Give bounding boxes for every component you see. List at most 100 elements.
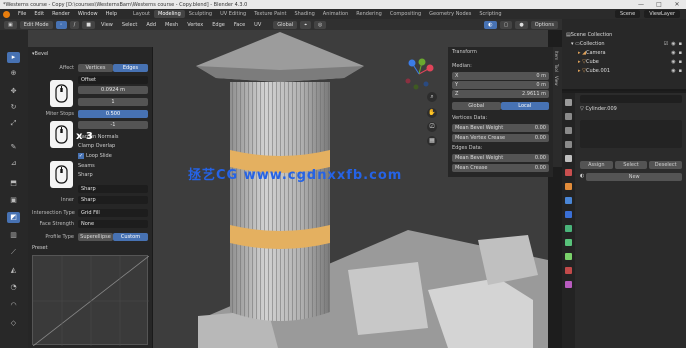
- bevel-panel-header[interactable]: ▾ Bevel: [32, 50, 148, 58]
- deselect-button[interactable]: Deselect: [649, 161, 683, 169]
- orientation-selector[interactable]: Global: [273, 20, 298, 29]
- snap-icon[interactable]: ⌖: [300, 20, 312, 29]
- menu-edge[interactable]: Edge: [209, 22, 228, 28]
- scene-collection-label[interactable]: Scene Collection: [571, 32, 613, 38]
- render-tab-icon[interactable]: [565, 113, 572, 120]
- checkbox-icon[interactable]: ☑: [664, 41, 668, 47]
- shrink-tool-icon[interactable]: ◇: [7, 318, 20, 329]
- perspective-toggle-icon[interactable]: ▦: [427, 136, 437, 146]
- profile-superellipse-option[interactable]: Superellipse: [78, 233, 113, 241]
- face-select-icon[interactable]: ■: [82, 20, 96, 29]
- mean-crease-field[interactable]: Mean Crease 0.00: [452, 164, 549, 172]
- menu-view[interactable]: View: [98, 22, 116, 28]
- miter-outer-select[interactable]: Sharp: [78, 185, 148, 193]
- camera-icon[interactable]: ▪: [679, 68, 682, 74]
- face-strength-select[interactable]: None: [78, 220, 148, 228]
- view-layer-selector[interactable]: ViewLayer: [644, 10, 680, 18]
- modifier-tab-icon[interactable]: [565, 197, 572, 204]
- menu-vertex[interactable]: Vertex: [184, 22, 206, 28]
- tab-layout[interactable]: Layout: [129, 10, 154, 18]
- affect-vertices-option[interactable]: Vertices: [78, 64, 113, 72]
- intersection-type-select[interactable]: Grid Fill: [78, 209, 148, 217]
- loop-slide-check-icon[interactable]: ✓: [78, 153, 84, 159]
- options-menu[interactable]: Options: [530, 20, 558, 29]
- close-button[interactable]: ✕: [668, 1, 686, 8]
- spin-tool-icon[interactable]: ◔: [7, 282, 20, 293]
- vertex-select-icon[interactable]: ◦: [55, 20, 67, 29]
- poly-build-tool-icon[interactable]: ◭: [7, 265, 20, 276]
- median-x-field[interactable]: X 0 m: [452, 72, 549, 80]
- proportional-edit-icon[interactable]: ◎: [314, 20, 327, 29]
- width-type-select[interactable]: Offset: [78, 76, 148, 84]
- tab-sculpting[interactable]: Sculpting: [185, 10, 216, 18]
- mean-bevel-weight-field[interactable]: Mean Bevel Weight 0.00: [452, 124, 549, 132]
- material-index-field[interactable]: -1: [78, 121, 148, 129]
- tab-rendering[interactable]: Rendering: [352, 10, 386, 18]
- menu-window[interactable]: Window: [74, 11, 102, 17]
- seams-checkbox[interactable]: Seams: [78, 163, 95, 169]
- preset-label[interactable]: Preset: [32, 245, 48, 251]
- tab-texture-paint[interactable]: Texture Paint: [250, 10, 290, 18]
- inset-tool-icon[interactable]: ▣: [7, 195, 20, 206]
- camera-view-icon[interactable]: ⎚: [427, 122, 437, 132]
- camera-icon[interactable]: ▪: [679, 50, 682, 56]
- camera-icon[interactable]: ▪: [679, 59, 682, 65]
- width-field[interactable]: 0.0924 m: [78, 86, 148, 94]
- assign-button[interactable]: Assign: [580, 161, 613, 169]
- tab-uv-editing[interactable]: UV Editing: [216, 10, 250, 18]
- smooth-tool-icon[interactable]: ◠: [7, 300, 20, 311]
- tab-geometry-nodes[interactable]: Geometry Nodes: [425, 10, 475, 18]
- new-button[interactable]: New: [586, 173, 682, 181]
- pan-hand-icon[interactable]: ✋: [427, 108, 437, 118]
- collection-label[interactable]: Collection: [580, 41, 605, 47]
- knife-tool-icon[interactable]: ⟋: [7, 247, 20, 258]
- vertex-groups-list[interactable]: [580, 120, 682, 148]
- tab-animation[interactable]: Animation: [319, 10, 353, 18]
- edge-bevel-weight-field[interactable]: Mean Bevel Weight 0.00: [452, 154, 549, 162]
- eye-icon[interactable]: ◉: [671, 50, 675, 56]
- menu-mesh[interactable]: Mesh: [162, 22, 181, 28]
- extrude-tool-icon[interactable]: ⬒: [7, 178, 20, 189]
- cursor-tool-icon[interactable]: ⊕: [7, 68, 20, 79]
- mean-vertex-crease-field[interactable]: Mean Vertex Crease 0.00: [452, 134, 549, 142]
- axis-gizmo-icon[interactable]: [398, 54, 440, 94]
- segments-field[interactable]: 1: [78, 98, 148, 106]
- maximize-button[interactable]: □: [650, 1, 668, 8]
- navigation-gizmo[interactable]: [398, 54, 440, 94]
- eye-icon[interactable]: ◉: [671, 68, 675, 74]
- bevel-tool-icon[interactable]: ◩: [7, 212, 20, 223]
- editor-type-icon[interactable]: ▣: [4, 20, 17, 29]
- particles-tab-icon[interactable]: [565, 211, 572, 218]
- tool-tab-icon[interactable]: [565, 99, 572, 106]
- tab-compositing[interactable]: Compositing: [386, 10, 425, 18]
- menu-add[interactable]: Add: [143, 22, 159, 28]
- texture-tab-icon[interactable]: [565, 281, 572, 288]
- outliner-item-cube[interactable]: Cube: [586, 59, 599, 65]
- tab-tool[interactable]: Tool: [554, 64, 559, 72]
- select-button[interactable]: Select: [614, 161, 648, 169]
- measure-tool-icon[interactable]: ⊿: [7, 158, 20, 169]
- local-toggle[interactable]: Local: [500, 102, 549, 110]
- eye-icon[interactable]: ◉: [671, 41, 675, 47]
- eye-icon[interactable]: ◉: [671, 59, 675, 65]
- menu-uv[interactable]: UV: [251, 22, 264, 28]
- profile-curve-widget[interactable]: [32, 255, 150, 347]
- menu-help[interactable]: Help: [102, 11, 121, 17]
- edge-select-icon[interactable]: /: [69, 20, 80, 29]
- miter-inner-select[interactable]: Sharp: [78, 196, 148, 204]
- loop-cut-tool-icon[interactable]: ▥: [7, 230, 20, 241]
- menu-face[interactable]: Face: [231, 22, 248, 28]
- menu-file[interactable]: File: [14, 11, 30, 17]
- scale-tool-icon[interactable]: ⤢: [7, 118, 20, 129]
- median-y-field[interactable]: Y 0 m: [452, 81, 549, 89]
- overlay-icon[interactable]: ◐: [484, 20, 497, 29]
- zoom-icon[interactable]: ⌕: [427, 92, 437, 102]
- tab-view[interactable]: View: [554, 76, 559, 86]
- outliner-item-cube-001[interactable]: Cube.001: [586, 68, 610, 74]
- tab-scripting[interactable]: Scripting: [475, 10, 505, 18]
- view-layer-tab-icon[interactable]: [565, 141, 572, 148]
- shape-field[interactable]: 0.500: [78, 110, 148, 118]
- profile-custom-option[interactable]: Custom: [113, 233, 148, 241]
- outliner-item-camera[interactable]: Camera: [586, 50, 606, 56]
- properties-search-input[interactable]: [580, 95, 682, 103]
